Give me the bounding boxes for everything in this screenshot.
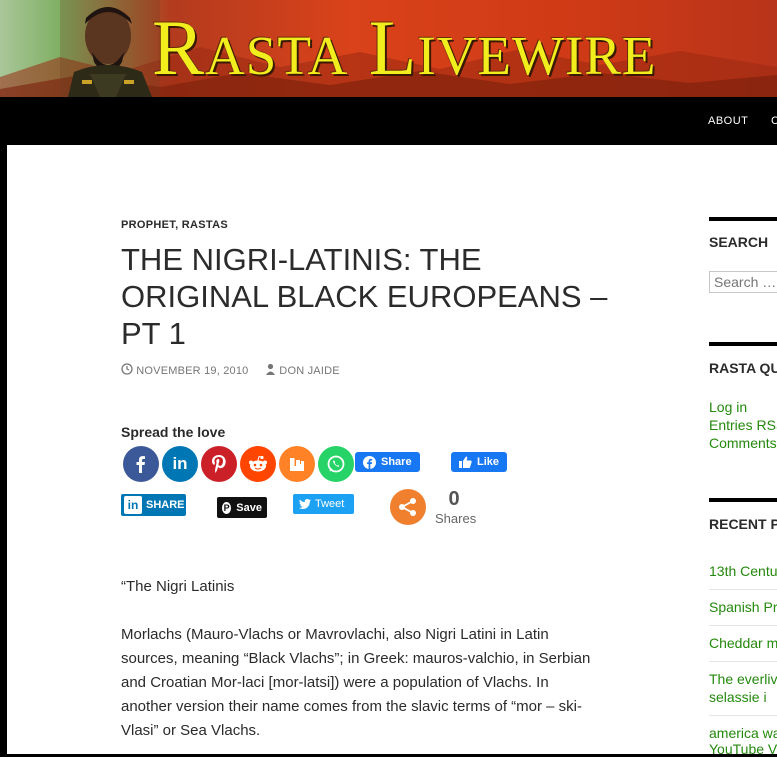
tweet-label: Tweet [315,498,345,510]
recent-post-link[interactable]: 13th Centu [709,563,777,579]
haile-selassie-portrait [60,0,160,97]
pinterest-save-label: Save [236,501,262,514]
facebook-share-label: Share [381,456,412,468]
recent-post-link[interactable]: Spanish Pro [709,599,777,615]
recent-post-link[interactable]: Cheddar m [709,635,777,651]
share-total-icon[interactable] [390,489,426,525]
post-categories: PROPHET, RASTAS [121,219,228,231]
reddit-icon[interactable] [240,446,276,482]
recent-post-divider [709,661,777,662]
nav-item-about[interactable]: ABOUT [708,115,748,127]
pinterest-icon: P [222,501,232,514]
sidebar-search-input[interactable] [709,271,777,293]
clock-icon [121,363,133,378]
pinterest-save-button[interactable]: P Save [217,497,267,518]
thumbs-up-icon [459,456,472,468]
sidebar-link-comments[interactable]: Comments [709,435,777,451]
primary-nav: ABOUT C [0,97,777,145]
post-title: THE NIGRI-LATINIS: THE ORIGINAL BLACK EU… [121,242,608,351]
spread-the-love-label: Spread the love [121,424,226,440]
site-title[interactable]: Rasta Livewire [152,2,657,94]
post-paragraph: Morlachs (Mauro-Vlachs or Mavrovlachi, a… [121,626,591,739]
sidebar-heading-recent-posts: RECENT PO [709,516,777,532]
sidebar-link-entries-rss[interactable]: Entries RSS [709,417,777,433]
recent-post-divider [709,589,777,590]
linkedin-icon[interactable]: in [162,446,198,482]
recent-post-link[interactable]: The everliv [709,671,777,687]
facebook-like-button[interactable]: Like [451,452,508,472]
sidebar-rule [709,498,777,502]
category-link-rastas[interactable]: RASTAS [182,219,228,231]
linkedin-icon: in [124,496,142,514]
sidebar-rule [709,342,777,346]
tweet-button[interactable]: Tweet [293,494,354,514]
category-separator: , [175,219,182,231]
sidebar-rule [709,217,777,221]
nav-item-truncated[interactable]: C [771,115,777,127]
author-icon [265,363,276,378]
sidebar-heading-quick-links: RASTA QU [709,360,777,376]
sidebar-link-log-in[interactable]: Log in [709,399,747,415]
main-content: PROPHET, RASTAS THE NIGRI-LATINIS: THE O… [7,145,777,757]
linkedin-share-button[interactable]: in SHARE [121,494,186,516]
pinterest-icon[interactable] [201,446,237,482]
post-author[interactable]: DON JAIDE [279,365,339,377]
post-meta: NOVEMBER 19, 2010 DON JAIDE [121,363,340,378]
whatsapp-icon[interactable] [318,446,354,482]
mix-icon[interactable] [279,446,315,482]
shares-label: Shares [435,511,477,526]
facebook-icon[interactable] [123,446,159,482]
recent-post-link[interactable]: YouTube V [709,741,777,757]
facebook-icon [363,455,376,469]
sidebar-heading-search: SEARCH [709,234,769,250]
site-header-banner[interactable]: Rasta Livewire [0,0,777,97]
facebook-like-label: Like [477,456,500,468]
recent-post-divider [709,715,777,716]
post-date[interactable]: NOVEMBER 19, 2010 [136,365,248,377]
share-count: 0 [448,488,460,510]
recent-post-link[interactable]: america wa [709,725,777,741]
facebook-share-button[interactable]: Share [355,452,420,472]
twitter-bird-icon [299,499,311,509]
category-link-prophet[interactable]: PROPHET [121,219,175,231]
linkedin-share-label: SHARE [146,499,185,511]
recent-post-link[interactable]: selassie i [709,689,767,705]
recent-post-divider [709,625,777,626]
post-paragraph: “The Nigri Latinis [121,578,235,595]
